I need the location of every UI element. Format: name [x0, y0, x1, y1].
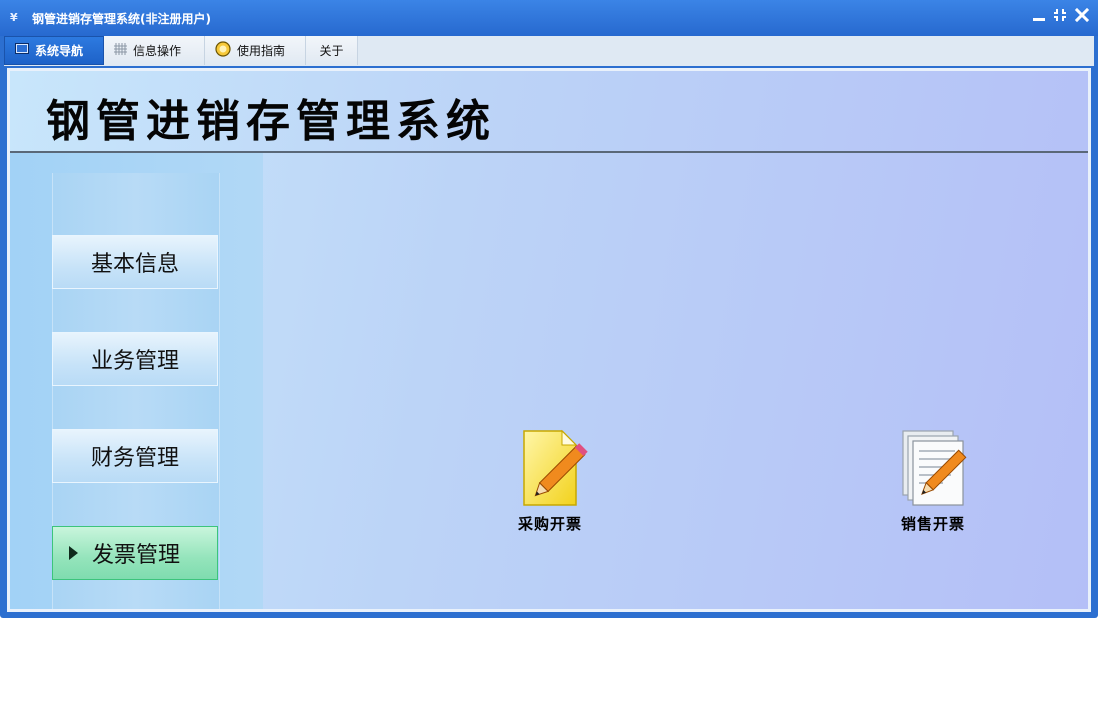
- sidebar-item-business-management[interactable]: 业务管理: [52, 332, 218, 386]
- header-banner: 钢管进销存管理系统: [10, 71, 1088, 153]
- tab-label: 使用指南: [237, 44, 286, 58]
- sidebar-item-label: 业务管理: [90, 349, 179, 374]
- lightbulb-icon: [215, 41, 231, 60]
- tab-label: 信息操作: [133, 44, 182, 58]
- title-bar[interactable]: ¥ 钢管进销存管理系统(非注册用户): [0, 0, 1098, 36]
- menu-bar: 系统导航 信息操作 使用指南 关于: [4, 36, 1094, 66]
- sidebar-item-label: 财务管理: [90, 446, 179, 471]
- grid-icon: [114, 43, 127, 58]
- note-pencil-icon: [523, 429, 588, 506]
- sidebar: 基本信息 业务管理 财务管理 发票管理: [10, 153, 263, 609]
- sidebar-item-basic-info[interactable]: 基本信息: [52, 235, 218, 289]
- content-panel: 钢管进销存管理系统 基本信息 业务管理 财务管理 发票管理 采购开票 销售开票: [5, 66, 1093, 614]
- close-icon[interactable]: [1073, 7, 1091, 26]
- window-title: 钢管进销存管理系统(非注册用户): [32, 12, 211, 26]
- app-window: ¥ 钢管进销存管理系统(非注册用户) 系统导航 信息操作 使用指南 关于 钢管进…: [0, 0, 1098, 618]
- page-title: 钢管进销存管理系统: [46, 96, 496, 147]
- feature-label: 采购开票: [517, 515, 582, 533]
- sidebar-item-invoice-management[interactable]: 发票管理: [52, 526, 218, 580]
- content-inner: 钢管进销存管理系统 基本信息 业务管理 财务管理 发票管理 采购开票 销售开票: [10, 71, 1088, 609]
- minimize-icon[interactable]: [1030, 8, 1048, 26]
- restore-icon[interactable]: [1051, 8, 1069, 26]
- sidebar-item-label: 发票管理: [92, 543, 181, 568]
- tab-info-operations[interactable]: 信息操作: [104, 36, 205, 65]
- tab-label: 系统导航: [35, 44, 84, 58]
- monitor-icon: [15, 43, 29, 58]
- tab-user-guide[interactable]: 使用指南: [205, 36, 306, 65]
- purchase-invoice-button[interactable]: 采购开票: [500, 427, 600, 534]
- feature-label: 销售开票: [900, 515, 965, 533]
- sidebar-item-label: 基本信息: [90, 252, 179, 277]
- tab-system-navigation[interactable]: 系统导航: [4, 36, 104, 65]
- app-logo-icon: ¥: [10, 11, 18, 24]
- play-arrow-icon: [69, 546, 78, 560]
- tab-about[interactable]: 关于: [306, 36, 358, 65]
- sidebar-item-finance-management[interactable]: 财务管理: [52, 429, 218, 483]
- documents-pencil-icon: [902, 430, 967, 506]
- sales-invoice-button[interactable]: 销售开票: [883, 427, 983, 534]
- tab-label: 关于: [319, 44, 344, 58]
